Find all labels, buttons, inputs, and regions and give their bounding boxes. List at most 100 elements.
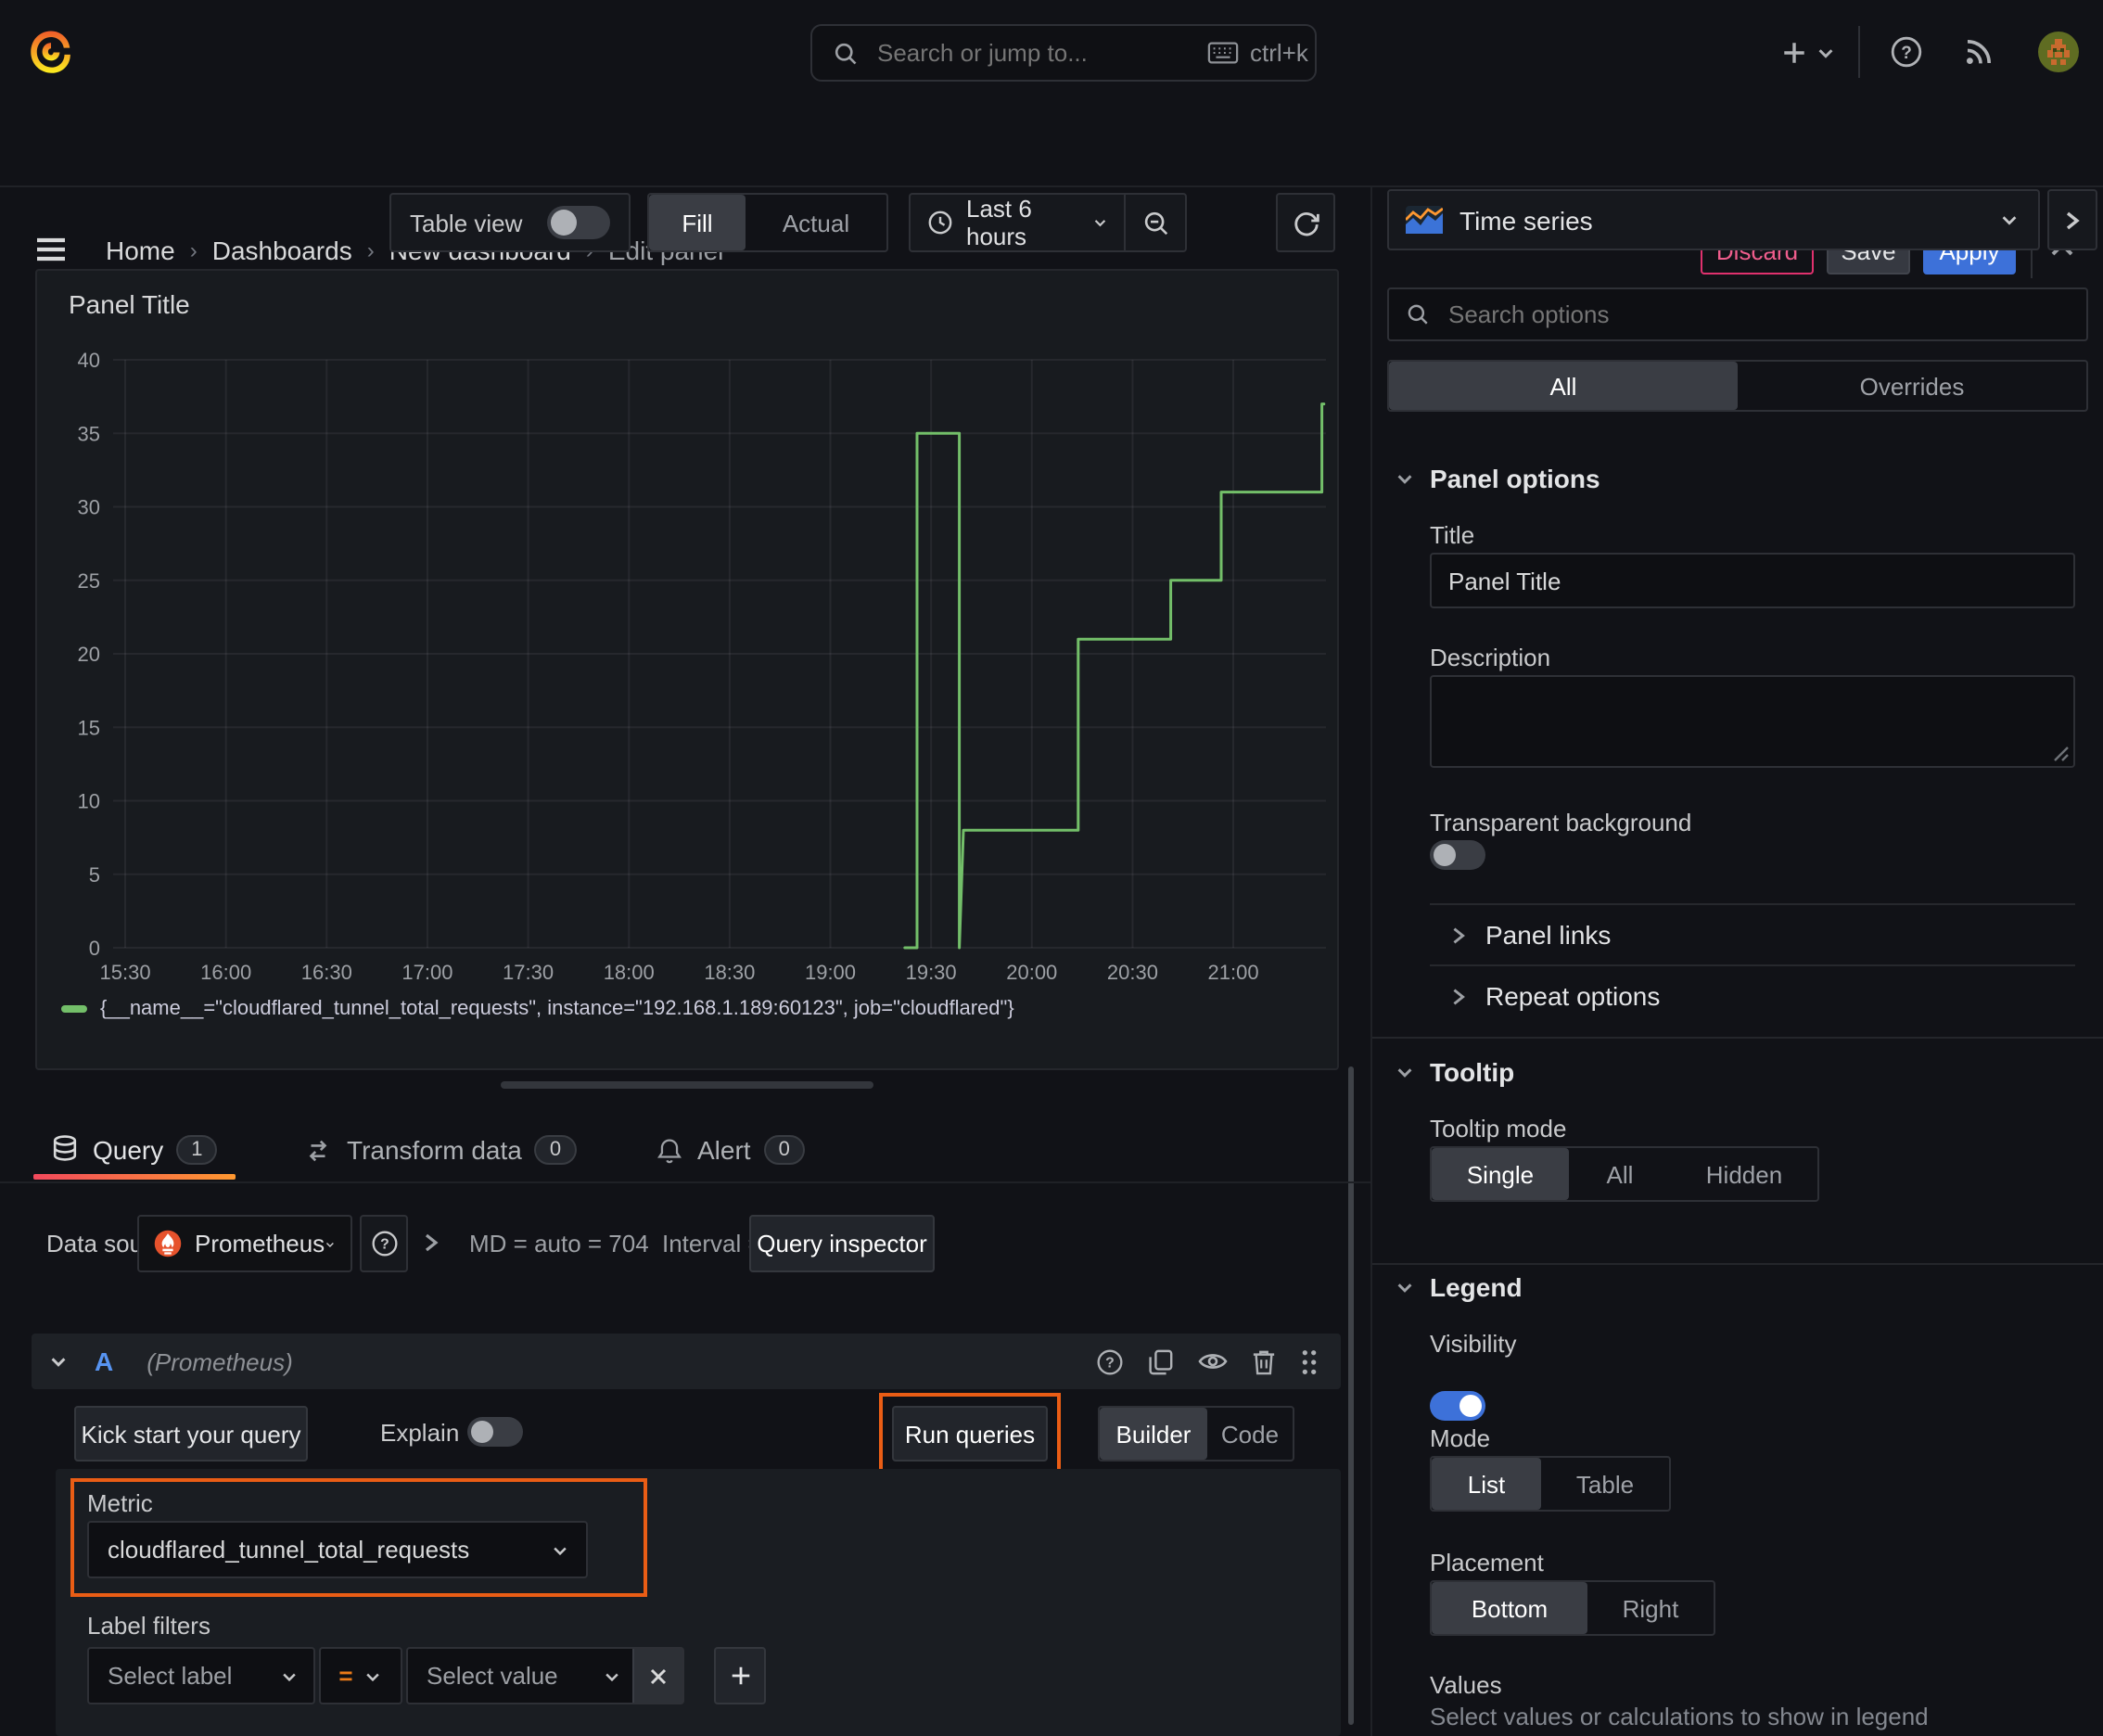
hamburger-menu-icon[interactable]: [37, 237, 65, 262]
remove-filter-button[interactable]: [632, 1649, 682, 1703]
code-option[interactable]: Code: [1207, 1408, 1293, 1460]
svg-text:15:30: 15:30: [100, 961, 151, 984]
global-search-box[interactable]: ctrl+k: [810, 24, 1317, 82]
legend-placement-right[interactable]: Right: [1587, 1582, 1714, 1634]
user-avatar[interactable]: [2038, 32, 2079, 72]
database-icon: [52, 1135, 78, 1165]
query-options-chevron-right-icon[interactable]: [423, 1232, 440, 1254]
select-label-placeholder: Select label: [108, 1662, 233, 1690]
chart-legend-item[interactable]: {__name__="cloudflared_tunnel_total_requ…: [61, 998, 1014, 1020]
add-filter-button[interactable]: [714, 1647, 766, 1704]
select-value-dropdown[interactable]: Select value: [406, 1647, 684, 1704]
transparent-background-toggle[interactable]: [1430, 840, 1485, 870]
tooltip-mode-hidden[interactable]: Hidden: [1671, 1148, 1817, 1200]
legend-placement-switch: Bottom Right: [1430, 1580, 1715, 1636]
svg-text:0: 0: [89, 937, 100, 960]
fill-option[interactable]: Fill: [649, 195, 746, 250]
search-options-box[interactable]: [1387, 287, 2088, 341]
select-label-dropdown[interactable]: Select label: [87, 1647, 315, 1704]
svg-text:16:00: 16:00: [200, 961, 251, 984]
global-search-input[interactable]: [873, 37, 1207, 69]
title-input[interactable]: [1430, 553, 2075, 608]
table-view-toggle[interactable]: [547, 206, 610, 239]
svg-text:10: 10: [78, 790, 100, 813]
search-options-input[interactable]: [1445, 299, 2086, 330]
duplicate-query-icon[interactable]: [1148, 1347, 1174, 1375]
time-range-picker[interactable]: Last 6 hours: [911, 195, 1124, 250]
tab-overrides[interactable]: Overrides: [1738, 362, 2086, 410]
legend-mode-list[interactable]: List: [1432, 1458, 1541, 1510]
svg-text:20:30: 20:30: [1107, 961, 1158, 984]
delete-query-trash-icon[interactable]: [1252, 1347, 1276, 1375]
panel-links-section-header[interactable]: Panel links: [1450, 920, 1611, 950]
tooltip-header-label: Tooltip: [1430, 1057, 1515, 1087]
visualization-name: Time series: [1459, 205, 1593, 235]
search-shortcut-hint: ctrl+k: [1250, 39, 1308, 67]
metric-select[interactable]: cloudflared_tunnel_total_requests: [87, 1521, 588, 1578]
panel-options-section-header[interactable]: Panel options: [1395, 464, 1600, 493]
options-pane: Time series All Overrides Panel options …: [1370, 185, 2103, 1736]
time-range-control: Last 6 hours: [909, 193, 1187, 252]
svg-text:5: 5: [89, 863, 100, 887]
max-datapoints-stat[interactable]: MD = auto = 704: [469, 1230, 649, 1257]
breadcrumb-separator: ›: [189, 237, 198, 263]
description-textarea[interactable]: [1430, 675, 2075, 768]
help-icon[interactable]: ?: [1890, 35, 1923, 69]
close-icon: [650, 1667, 667, 1684]
tooltip-mode-single[interactable]: Single: [1432, 1148, 1569, 1200]
select-value-placeholder: Select value: [427, 1662, 558, 1690]
grafana-app: ctrl+k ? Home › Dashboards › New dashboa…: [0, 0, 2103, 1736]
tooltip-mode-all[interactable]: All: [1569, 1148, 1671, 1200]
divider: [1372, 1037, 2103, 1039]
news-rss-icon[interactable]: [1962, 35, 1995, 69]
repeat-options-label: Repeat options: [1485, 981, 1661, 1011]
actual-option[interactable]: Actual: [746, 195, 886, 250]
datasource-picker[interactable]: Prometheus: [137, 1215, 352, 1272]
legend-placement-bottom[interactable]: Bottom: [1432, 1582, 1587, 1634]
run-queries-button[interactable]: Run queries: [892, 1406, 1048, 1462]
tab-query[interactable]: Query 1: [33, 1122, 236, 1180]
kickstart-query-button[interactable]: Kick start your query: [74, 1406, 308, 1462]
breadcrumb-dashboards[interactable]: Dashboards: [212, 236, 352, 265]
legend-mode-table[interactable]: Table: [1541, 1458, 1669, 1510]
visualization-picker[interactable]: Time series: [1387, 189, 2040, 250]
legend-mode-switch: List Table: [1430, 1456, 1671, 1512]
query-inspector-button[interactable]: Query inspector: [749, 1215, 935, 1272]
tooltip-section-header[interactable]: Tooltip: [1395, 1057, 1514, 1087]
legend-visibility-toggle[interactable]: [1430, 1391, 1485, 1421]
tab-transform-data[interactable]: Transform data 0: [293, 1122, 587, 1178]
zoom-out-time-button[interactable]: [1124, 195, 1185, 250]
transform-icon: [304, 1136, 332, 1164]
query-row-header[interactable]: A (Prometheus) ?: [32, 1334, 1341, 1389]
new-menu-button[interactable]: [1780, 28, 1836, 76]
chevron-down-icon: [51, 1357, 66, 1366]
grafana-logo[interactable]: [24, 26, 78, 80]
drag-handle-icon[interactable]: [1300, 1347, 1319, 1375]
chevron-down-icon: [1397, 1067, 1412, 1077]
hide-query-eye-icon[interactable]: [1198, 1350, 1228, 1372]
operator-dropdown[interactable]: =: [319, 1647, 402, 1704]
builder-option[interactable]: Builder: [1100, 1408, 1207, 1460]
table-view-label: Table view: [410, 209, 523, 236]
tab-all[interactable]: All: [1389, 362, 1738, 410]
explain-toggle[interactable]: [467, 1417, 523, 1447]
top-nav-bar: ctrl+k ?: [0, 0, 2103, 108]
svg-text:15: 15: [78, 716, 100, 739]
chevron-right-icon: [2066, 211, 2080, 229]
repeat-options-section-header[interactable]: Repeat options: [1450, 981, 1660, 1011]
chevron-down-icon: [605, 1672, 618, 1681]
panel-resize-handle[interactable]: [501, 1081, 873, 1089]
tab-alert[interactable]: Alert 0: [645, 1122, 816, 1178]
query-ref-id[interactable]: A: [95, 1347, 113, 1376]
datasource-help-button[interactable]: ?: [360, 1215, 408, 1272]
breadcrumb-home[interactable]: Home: [106, 236, 175, 265]
resize-grip-icon: [2054, 747, 2069, 761]
chevron-down-icon: [1397, 474, 1412, 483]
query-help-icon[interactable]: ?: [1096, 1347, 1124, 1375]
builder-code-switch: Builder Code: [1098, 1406, 1294, 1462]
refresh-button[interactable]: [1276, 193, 1335, 252]
collapse-options-pane-button[interactable]: [2047, 189, 2097, 250]
svg-text:20: 20: [78, 643, 100, 666]
legend-section-header[interactable]: Legend: [1395, 1272, 1523, 1302]
panel-options-header-label: Panel options: [1430, 464, 1600, 493]
